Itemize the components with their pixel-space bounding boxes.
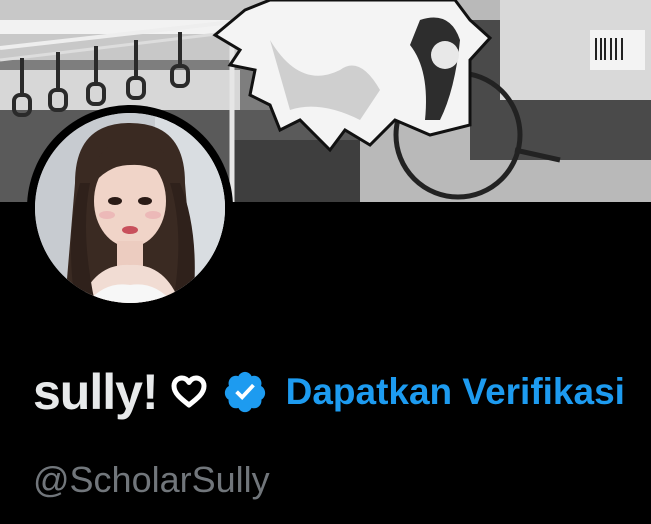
heart-icon bbox=[170, 374, 208, 410]
verified-badge-icon[interactable] bbox=[222, 369, 268, 415]
profile-header: sully! Dapatkan Verifikasi @ScholarSully bbox=[0, 0, 651, 524]
name-row: sully! Dapatkan Verifikasi bbox=[33, 360, 625, 424]
username-handle: @ScholarSully bbox=[33, 459, 270, 500]
avatar[interactable] bbox=[35, 113, 225, 303]
get-verified-link[interactable]: Dapatkan Verifikasi bbox=[286, 371, 625, 413]
display-name: sully! bbox=[33, 364, 159, 420]
